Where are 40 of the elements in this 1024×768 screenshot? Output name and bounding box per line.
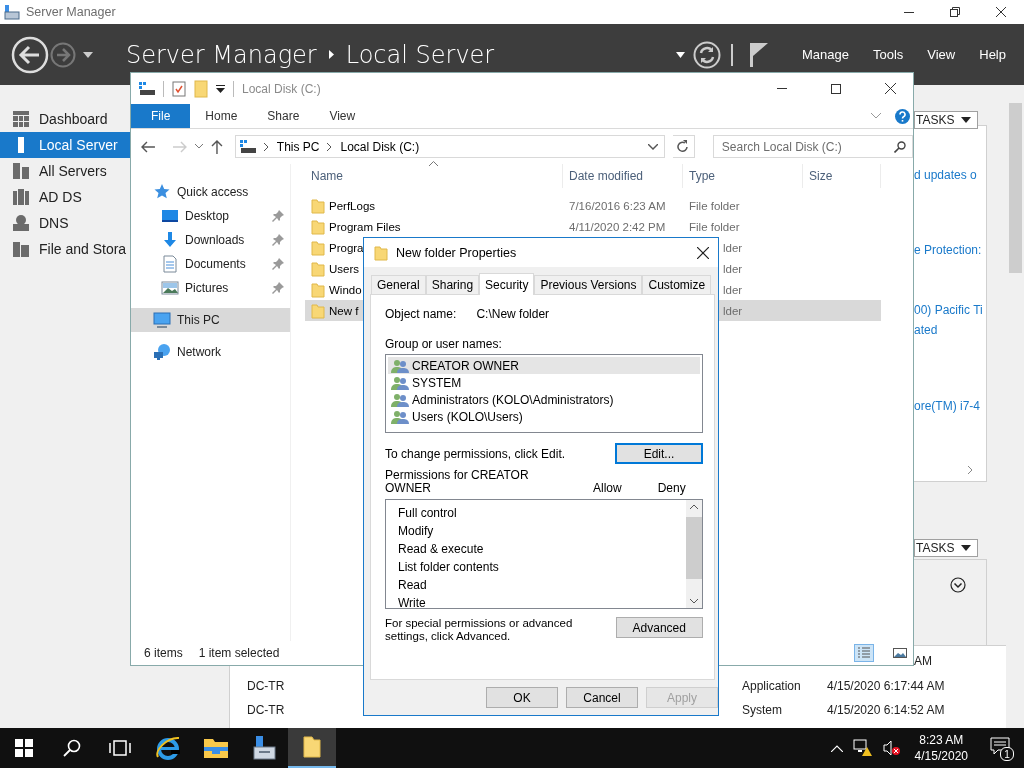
field-value: C:\New folder [476, 307, 550, 321]
notification-count: 1 [1000, 747, 1014, 761]
content-text: 00) Pacific Ti [914, 303, 983, 317]
list-label: Group or user names: [385, 337, 503, 351]
file-name: PerfLogs [329, 199, 376, 212]
table-cell: System [742, 703, 782, 717]
content-text: e Protection: [914, 243, 982, 257]
table-cell: File folder [689, 199, 740, 212]
table-cell: 4/11/2020 2:42 PM [569, 220, 666, 233]
field-label: Object name: [385, 307, 457, 321]
hint-text: For special permissions or advanced settings, click Advanced. [385, 617, 574, 643]
table-cell: Application [742, 679, 801, 693]
table-cell: DC-TR [247, 679, 285, 693]
status-text: 1 item selected [198, 646, 280, 660]
content-text: d updates o [914, 168, 977, 182]
table-cell: lder [723, 304, 743, 317]
table-cell: File folder [689, 220, 740, 233]
column-header: Allow [593, 482, 622, 495]
window-title: Server Manager [26, 5, 117, 19]
file-name: New f [329, 304, 359, 317]
file-name: Program Files [329, 220, 401, 233]
column-header: Deny [657, 482, 686, 495]
table-cell: lder [723, 262, 743, 275]
table-cell: DC-TR [247, 703, 285, 717]
table-cell: lder [723, 241, 743, 254]
file-name: Progra [329, 241, 364, 254]
dialog-title: New folder Properties [396, 245, 518, 260]
hint-text: To change permissions, click Edit. [385, 446, 566, 461]
table-cell: lder [723, 283, 743, 296]
file-name: Windo [329, 283, 362, 296]
window-title: Local Disk (C:) [242, 81, 322, 96]
status-text: 6 items [144, 646, 183, 660]
list-label: Permissions for CREATOR OWNER [385, 469, 530, 495]
table-cell: AM [914, 654, 932, 668]
content-text: ore(TM) i7-4 [914, 399, 980, 413]
table-cell: 4/15/2020 6:14:52 AM [827, 703, 945, 717]
table-cell: 7/16/2016 6:23 AM [569, 199, 666, 212]
file-name: Users [329, 262, 360, 275]
content-text: ated [914, 323, 938, 337]
table-cell: 4/15/2020 6:17:44 AM [827, 679, 945, 693]
